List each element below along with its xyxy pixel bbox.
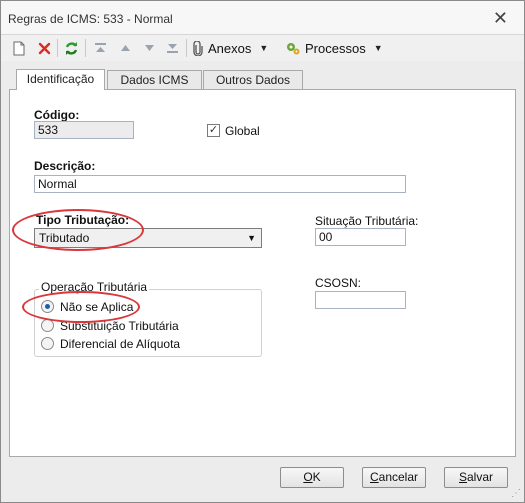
up-arrow-icon[interactable] [115, 37, 135, 59]
tipo-tributacao-select[interactable]: Tributado ▼ [34, 228, 262, 248]
radio-label-nao-se-aplica: Não se Aplica [60, 300, 134, 314]
dialog-window: Regras de ICMS: 533 - Normal ✕ Anexos ▼ … [0, 0, 525, 503]
ok-mnemonic: O [303, 470, 313, 484]
processes-label: Processos [305, 40, 366, 56]
attachments-label: Anexos [208, 40, 252, 56]
attachments-menu[interactable]: Anexos ▼ [192, 37, 268, 59]
radio-substituicao-tributaria[interactable] [41, 319, 54, 332]
resize-grip-icon[interactable]: ⋰ [511, 488, 521, 499]
cancel-button[interactable]: Cancelar [362, 467, 426, 488]
down-arrow-icon[interactable] [139, 37, 159, 59]
situacao-tributaria-field[interactable]: 00 [315, 228, 406, 246]
ok-button[interactable]: OK [280, 467, 344, 488]
chevron-down-icon: ▼ [247, 233, 256, 243]
toolbar: Anexos ▼ Processos ▼ [1, 35, 524, 61]
document-icon[interactable] [9, 37, 29, 59]
radio-label-diferencial-aliquota: Diferencial de Alíquota [60, 337, 181, 351]
global-label: Global [225, 124, 260, 138]
radio-nao-se-aplica[interactable] [41, 300, 54, 313]
tab-dados-icms[interactable]: Dados ICMS [107, 70, 202, 90]
toolbar-separator [57, 39, 58, 57]
gears-icon [287, 43, 300, 55]
delete-icon[interactable] [34, 37, 54, 59]
csosn-label: CSOSN: [315, 276, 362, 290]
operacao-tributaria-title: Operação Tributária [39, 280, 150, 294]
tipo-tributacao-value: Tributado [39, 231, 90, 245]
toolbar-separator [85, 39, 86, 57]
save-button[interactable]: Salvar [444, 467, 508, 488]
cancel-label: ancelar [378, 470, 419, 484]
descricao-label: Descrição: [34, 159, 96, 173]
save-mnemonic: S [458, 470, 467, 484]
radio-diferencial-aliquota[interactable] [41, 337, 54, 350]
title-bar: Regras de ICMS: 533 - Normal ✕ [1, 1, 524, 35]
descricao-field[interactable]: Normal [34, 175, 406, 193]
processes-menu[interactable]: Processos ▼ [285, 37, 383, 59]
close-icon[interactable]: ✕ [493, 8, 508, 29]
codigo-label: Código: [34, 108, 80, 122]
last-record-icon[interactable] [162, 37, 182, 59]
radio-label-substituicao-tributaria: Substituição Tributária [60, 319, 179, 333]
tab-outros-dados[interactable]: Outros Dados [203, 70, 303, 90]
window-title: Regras de ICMS: 533 - Normal [8, 12, 173, 26]
save-label: alvar [467, 470, 494, 484]
first-record-icon[interactable] [90, 37, 110, 59]
cancel-mnemonic: C [369, 470, 379, 484]
paperclip-icon [193, 40, 203, 56]
csosn-field[interactable] [315, 291, 406, 309]
situacao-tributaria-label: Situação Tributária: [315, 214, 419, 228]
refresh-icon[interactable] [61, 37, 81, 59]
ok-label: K [312, 470, 321, 484]
toolbar-separator [186, 39, 187, 57]
codigo-field[interactable]: 533 [34, 121, 134, 139]
tab-panel [9, 89, 516, 457]
chevron-down-icon: ▼ [373, 43, 383, 53]
tab-identificacao[interactable]: Identificação [16, 69, 105, 90]
global-checkbox[interactable]: ✓ [207, 124, 220, 137]
chevron-down-icon: ▼ [259, 43, 269, 53]
tipo-tributacao-label: Tipo Tributação: [36, 213, 130, 227]
